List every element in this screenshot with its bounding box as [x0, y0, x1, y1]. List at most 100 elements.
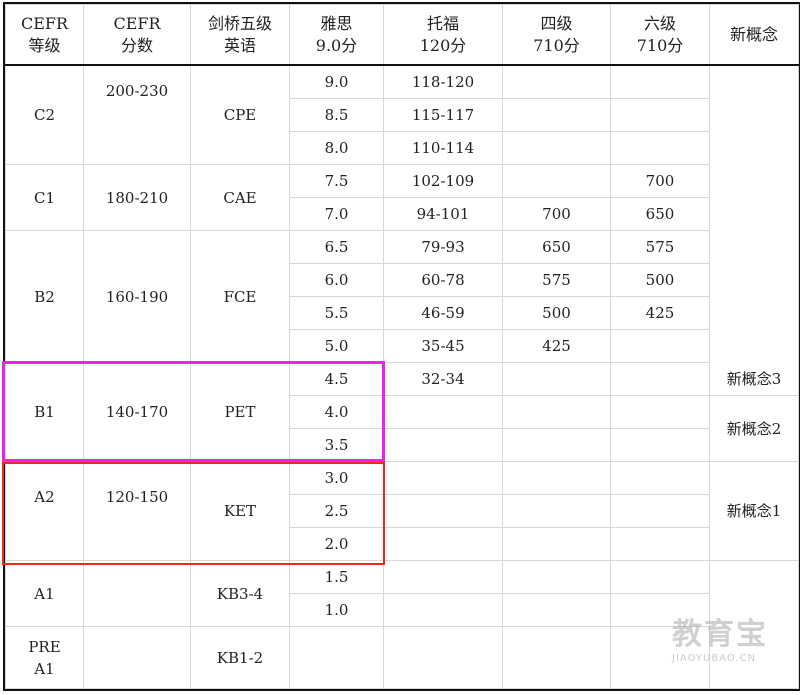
header-cefr-level: CEFR 等级	[5, 4, 84, 66]
score-comparison-table: CEFR 等级 CEFR 分数 剑桥五级 英语 雅思 9.0分 托福 120分 …	[3, 2, 800, 691]
cefr-level-cell: A1	[5, 560, 84, 627]
toefl-cell: 110-114	[383, 131, 503, 165]
cefr-level-cell: B1	[5, 362, 84, 462]
cet6-cell	[610, 527, 710, 561]
cefr-level-cell: B2	[5, 230, 84, 363]
cet6-cell	[610, 626, 710, 689]
table-row: A2 120-150 KET 3.0 新概念1	[5, 461, 799, 561]
header-row: CEFR 等级 CEFR 分数 剑桥五级 英语 雅思 9.0分 托福 120分 …	[5, 4, 799, 66]
new-concept-cell: 新概念3	[709, 263, 799, 396]
toefl-cell: 115-117	[383, 98, 503, 132]
cefr-score-cell	[83, 560, 191, 627]
ielts-cell: 2.5	[289, 494, 384, 528]
cet6-cell: 425	[610, 296, 710, 330]
cet6-cell	[610, 593, 710, 627]
cefr-level-cell: C1	[5, 164, 84, 231]
cambridge-cell: CPE	[190, 64, 290, 165]
cet4-cell	[502, 64, 611, 99]
ielts-cell: 1.0	[289, 593, 384, 627]
cet4-cell	[502, 461, 611, 495]
cet4-cell	[502, 494, 611, 528]
toefl-cell: 79-93	[383, 230, 503, 264]
ielts-cell: 3.5	[289, 428, 384, 462]
toefl-cell: 35-45	[383, 329, 503, 363]
toefl-cell: 118-120	[383, 64, 503, 99]
header-cet4: 四级 710分	[502, 4, 611, 66]
cet6-cell: 500	[610, 263, 710, 297]
toefl-cell	[383, 560, 503, 594]
new-concept-cell	[709, 64, 799, 264]
cet6-cell	[610, 131, 710, 165]
ielts-cell: 6.0	[289, 263, 384, 297]
cet6-cell	[610, 461, 710, 495]
toefl-cell: 46-59	[383, 296, 503, 330]
cefr-score-cell: 180-210	[83, 164, 191, 231]
toefl-cell	[383, 494, 503, 528]
cefr-level-cell: PRE A1	[5, 626, 84, 689]
new-concept-cell	[709, 560, 799, 689]
cefr-level-cell: C2	[5, 64, 84, 165]
cambridge-cell: KB3-4	[190, 560, 290, 627]
cambridge-cell: KB1-2	[190, 626, 290, 689]
toefl-cell	[383, 395, 503, 429]
cambridge-cell: CAE	[190, 164, 290, 231]
cefr-score-cell: 120-150	[83, 461, 191, 561]
cet4-cell	[502, 362, 611, 396]
ielts-cell: 5.0	[289, 329, 384, 363]
table-row: C2 200-230 CPE 9.0 118-120	[5, 64, 799, 264]
cet6-cell	[610, 428, 710, 462]
cet4-cell: 425	[502, 329, 611, 363]
ielts-cell: 7.0	[289, 197, 384, 231]
cefr-score-cell: 160-190	[83, 230, 191, 363]
header-cet6: 六级 710分	[610, 4, 710, 66]
cet4-cell	[502, 626, 611, 689]
header-toefl: 托福 120分	[383, 4, 503, 66]
cambridge-cell: PET	[190, 362, 290, 462]
cefr-level-cell: A2	[5, 461, 84, 561]
ielts-cell: 8.0	[289, 131, 384, 165]
cet6-cell: 700	[610, 164, 710, 198]
cet4-cell	[502, 131, 611, 165]
toefl-cell	[383, 461, 503, 495]
ielts-cell	[289, 626, 384, 689]
ielts-cell: 5.5	[289, 296, 384, 330]
new-concept-cell: 新概念1	[709, 461, 799, 561]
cefr-score-cell: 140-170	[83, 362, 191, 462]
cet4-cell	[502, 428, 611, 462]
cet6-cell	[610, 329, 710, 363]
cefr-score-cell	[83, 626, 191, 689]
toefl-cell	[383, 527, 503, 561]
table-row: A1 KB3-4 1.5	[5, 560, 799, 689]
cambridge-cell: FCE	[190, 230, 290, 363]
ielts-cell: 8.5	[289, 98, 384, 132]
table-row: B2 160-190 FCE 6.5 79-93 650 575	[5, 230, 799, 363]
header-cambridge: 剑桥五级 英语	[190, 4, 290, 66]
toefl-cell: 94-101	[383, 197, 503, 231]
ielts-cell: 4.0	[289, 395, 384, 429]
cet4-cell	[502, 560, 611, 594]
cet4-cell	[502, 593, 611, 627]
toefl-cell: 102-109	[383, 164, 503, 198]
cet6-cell	[610, 64, 710, 99]
ielts-cell: 6.5	[289, 230, 384, 264]
table-row: B1 140-170 PET 4.5 32-34	[5, 362, 799, 462]
cet6-cell	[610, 395, 710, 429]
ielts-cell: 9.0	[289, 64, 384, 99]
table-row: PRE A1 KB1-2	[5, 626, 799, 689]
cet4-cell	[502, 98, 611, 132]
cet6-cell	[610, 494, 710, 528]
toefl-cell	[383, 593, 503, 627]
cet6-cell	[610, 98, 710, 132]
toefl-cell	[383, 428, 503, 462]
ielts-cell: 4.5	[289, 362, 384, 396]
header-cefr-score: CEFR 分数	[83, 4, 191, 66]
cet4-cell	[502, 164, 611, 198]
cet6-cell	[610, 362, 710, 396]
ielts-cell: 1.5	[289, 560, 384, 594]
cet4-cell: 650	[502, 230, 611, 264]
ielts-cell: 3.0	[289, 461, 384, 495]
cet4-cell	[502, 395, 611, 429]
new-concept-cell: 新概念2	[709, 395, 799, 462]
cefr-score-cell: 200-230	[83, 64, 191, 165]
cet6-cell	[610, 560, 710, 594]
